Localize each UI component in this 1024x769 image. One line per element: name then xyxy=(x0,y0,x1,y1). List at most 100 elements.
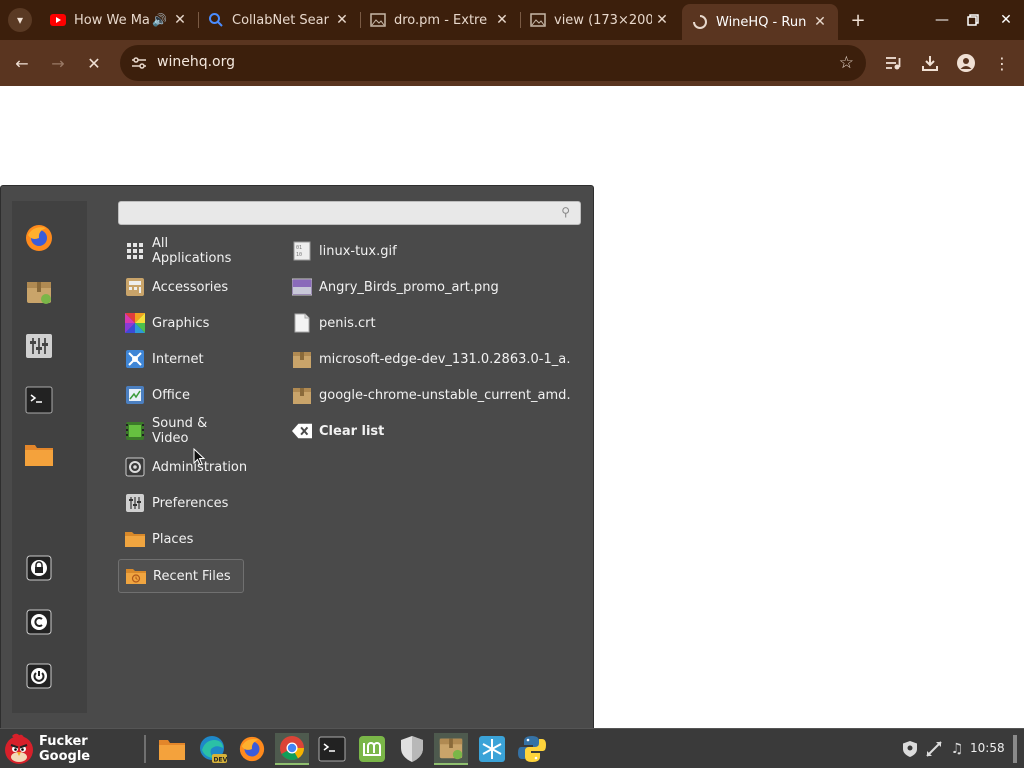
address-bar[interactable]: winehq.org ☆ xyxy=(120,45,866,81)
search-icon: ⚲ xyxy=(561,205,570,219)
media-control-icon[interactable] xyxy=(882,51,906,75)
category-label: Recent Files xyxy=(153,568,231,584)
tab-bar: ▾ How We Ma 🔊 ✕ CollabNet Sear ✕ dro.pm … xyxy=(0,0,1024,40)
download-icon[interactable] xyxy=(918,51,942,75)
category-places[interactable]: Places xyxy=(118,522,244,556)
clock[interactable]: 10:58 xyxy=(970,741,1005,755)
category-label: All Applications xyxy=(152,236,232,266)
python-icon[interactable] xyxy=(516,733,548,765)
stop-icon[interactable]: ✕ xyxy=(82,51,106,75)
folder-icon xyxy=(125,529,145,549)
terminal-icon[interactable] xyxy=(316,733,348,765)
back-icon[interactable]: ← xyxy=(10,51,34,75)
bookmark-star-icon[interactable]: ☆ xyxy=(839,53,854,73)
package-icon xyxy=(292,385,312,405)
recent-file-item[interactable]: 01 10 linux-tux.gif xyxy=(285,234,570,268)
image-file-icon xyxy=(292,277,312,297)
minimize-icon[interactable]: — xyxy=(930,8,954,32)
lock-screen-icon[interactable] xyxy=(23,552,55,584)
recent-file-name: penis.crt xyxy=(319,315,376,331)
clear-list-button[interactable]: Clear list xyxy=(285,414,570,448)
close-tab-icon[interactable]: ✕ xyxy=(170,12,190,28)
category-label: Accessories xyxy=(152,279,229,295)
category-preferences[interactable]: Preferences xyxy=(118,486,244,520)
close-tab-icon[interactable]: ✕ xyxy=(332,12,352,28)
recent-file-item[interactable]: penis.crt xyxy=(285,306,570,340)
recent-file-name: google-chrome-unstable_current_amd… xyxy=(319,387,570,403)
taskbar-separator xyxy=(144,735,146,763)
speaker-icon[interactable]: 🔊 xyxy=(152,13,170,27)
sound-tray-icon[interactable]: ♫ xyxy=(947,739,967,759)
recent-file-item[interactable]: Angry_Birds_promo_art.png xyxy=(285,270,570,304)
category-label: Internet xyxy=(152,351,204,367)
svg-text:01: 01 xyxy=(296,245,302,251)
angry-bird-icon xyxy=(3,732,35,766)
restore-icon[interactable] xyxy=(961,8,985,32)
menu-button[interactable]: Fucker Google xyxy=(0,729,135,769)
show-desktop-button[interactable] xyxy=(1013,735,1017,763)
menu-search-input[interactable]: ⚲ xyxy=(118,201,581,225)
category-recent-files[interactable]: Recent Files xyxy=(118,559,244,593)
recent-file-name: Angry_Birds_promo_art.png xyxy=(319,279,499,295)
svg-text:DEV: DEV xyxy=(214,757,228,764)
tab-youtube[interactable]: How We Ma 🔊 ✕ xyxy=(40,4,199,36)
menu-label: Fucker Google xyxy=(39,734,91,764)
url-text: winehq.org xyxy=(157,54,235,70)
shield-tray-icon[interactable] xyxy=(900,739,920,759)
firefox-icon[interactable] xyxy=(23,222,55,254)
category-sound-video[interactable]: Sound & Video xyxy=(118,414,244,448)
network-tray-icon[interactable] xyxy=(924,739,944,759)
category-all-applications[interactable]: All Applications xyxy=(118,234,244,268)
terminal-icon[interactable] xyxy=(23,384,55,416)
site-info-icon[interactable] xyxy=(130,54,148,72)
snowflake-icon[interactable] xyxy=(476,733,508,765)
tab-title: WineHQ - Run xyxy=(716,14,807,30)
logout-icon[interactable] xyxy=(23,606,55,638)
graphics-icon xyxy=(125,313,145,333)
tab-title: CollabNet Sear xyxy=(232,12,329,28)
tab-dropm[interactable]: dro.pm - Extre ✕ xyxy=(360,4,521,36)
recent-file-name: linux-tux.gif xyxy=(319,243,397,259)
profile-icon[interactable] xyxy=(954,51,978,75)
category-office[interactable]: Office xyxy=(118,378,244,412)
category-accessories[interactable]: Accessories xyxy=(118,270,244,304)
tab-title: How We Ma xyxy=(74,12,150,28)
category-graphics[interactable]: Graphics xyxy=(118,306,244,340)
recent-file-item[interactable]: microsoft-edge-dev_131.0.2863.0-1_a… xyxy=(285,342,570,376)
recent-files-icon xyxy=(126,566,146,586)
tab-title: view (173×200) xyxy=(554,12,652,28)
firefox-icon[interactable] xyxy=(236,733,268,765)
clear-list-label: Clear list xyxy=(319,423,385,439)
recent-file-item[interactable]: google-chrome-unstable_current_amd… xyxy=(285,378,570,412)
settings-icon[interactable] xyxy=(23,330,55,362)
taskbar: Fucker Google DEV ♫ 10:58 xyxy=(0,728,1024,768)
shutdown-icon[interactable] xyxy=(23,660,55,692)
package-manager-icon[interactable] xyxy=(434,733,468,765)
files-icon[interactable] xyxy=(23,438,55,470)
tab-view-image[interactable]: view (173×200) ✕ xyxy=(520,4,680,36)
close-tab-icon[interactable]: ✕ xyxy=(652,12,672,28)
image-icon xyxy=(530,12,546,28)
category-label: Graphics xyxy=(152,315,210,331)
tab-collabnet[interactable]: CollabNet Sear ✕ xyxy=(198,4,361,36)
forward-icon[interactable]: → xyxy=(46,51,70,75)
new-tab-button[interactable]: + xyxy=(846,8,870,32)
software-manager-icon[interactable] xyxy=(23,276,55,308)
files-icon[interactable] xyxy=(156,733,188,765)
sound-video-icon xyxy=(125,421,145,441)
preferences-icon xyxy=(125,493,145,513)
mintinstall-icon[interactable] xyxy=(356,733,388,765)
kebab-menu-icon[interactable]: ⋮ xyxy=(990,51,1014,75)
close-tab-icon[interactable]: ✕ xyxy=(810,14,830,30)
search-icon xyxy=(208,12,224,28)
clear-icon xyxy=(292,421,312,441)
tab-search-button[interactable]: ▾ xyxy=(8,8,32,32)
tab-winehq[interactable]: WineHQ - Run ✕ xyxy=(682,4,838,40)
close-tab-icon[interactable]: ✕ xyxy=(492,12,512,28)
shield-icon[interactable] xyxy=(396,733,428,765)
chrome-icon[interactable] xyxy=(275,733,309,765)
edge-dev-icon[interactable]: DEV xyxy=(196,733,228,765)
category-administration[interactable]: Administration xyxy=(118,450,247,484)
category-internet[interactable]: Internet xyxy=(118,342,244,376)
close-window-icon[interactable]: ✕ xyxy=(994,8,1018,32)
